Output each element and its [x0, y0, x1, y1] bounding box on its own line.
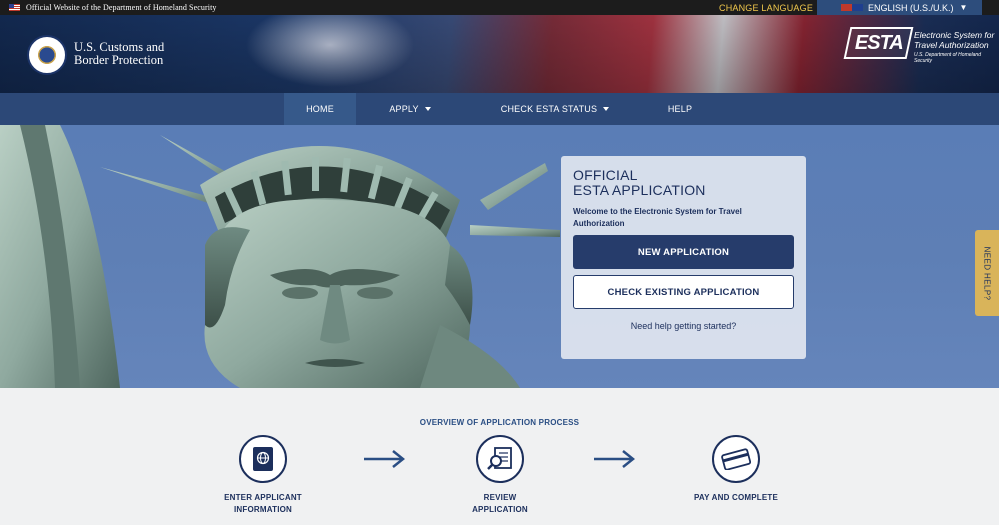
chevron-down-icon — [424, 107, 431, 111]
agency-name-line2: Border Protection — [74, 53, 164, 67]
step-pay-and-complete: PAY AND COMPLETE — [666, 492, 806, 504]
overview-title: OVERVIEW OF APPLICATION PROCESS — [419, 418, 580, 427]
application-panel: OFFICIAL ESTA APPLICATION Welcome to the… — [561, 156, 806, 359]
panel-title-line1: OFFICIAL — [573, 167, 638, 183]
statue-of-liberty-image — [0, 125, 560, 388]
nav-check-status[interactable]: CHECK ESTA STATUS — [495, 93, 615, 125]
dhs-seal-icon[interactable] — [27, 35, 67, 75]
step-enter-applicant-info: ENTER APPLICANT INFORMATION — [193, 492, 333, 516]
check-existing-application-button[interactable]: CHECK EXISTING APPLICATION — [573, 275, 794, 309]
step-review-application: REVIEW APPLICATION — [430, 492, 570, 516]
us-uk-flag-icon — [841, 4, 863, 11]
nav-help[interactable]: HELP — [655, 93, 705, 125]
step-label-line1: ENTER APPLICANT — [224, 493, 302, 502]
chevron-down-icon — [603, 107, 610, 111]
nav-home-label: HOME — [306, 104, 334, 114]
step-label-line1: REVIEW — [483, 493, 517, 502]
step-label-line2: APPLICATION — [472, 505, 528, 514]
us-flag-icon — [9, 4, 20, 11]
nav-help-label: HELP — [667, 104, 693, 114]
panel-title: OFFICIAL ESTA APPLICATION — [573, 168, 706, 198]
nav-check-status-label: CHECK ESTA STATUS — [500, 104, 598, 114]
need-help-label: NEED HELP? — [982, 246, 992, 300]
esta-logo-text: ESTA — [854, 31, 903, 54]
change-language-link[interactable]: CHANGE LANGUAGE ▸ — [719, 0, 825, 15]
panel-title-line2: ESTA APPLICATION — [573, 182, 706, 198]
step-label-line1: PAY AND COMPLETE — [693, 493, 779, 502]
step-label-line2: INFORMATION — [233, 505, 293, 514]
new-application-button[interactable]: NEW APPLICATION — [573, 235, 794, 269]
nav-apply-label: APPLY — [389, 104, 419, 114]
language-label: ENGLISH (U.S./U.K.) — [868, 2, 954, 13]
passport-icon — [239, 435, 287, 483]
nav-apply[interactable]: APPLY — [370, 93, 450, 125]
official-website-text: Official Website of the Department of Ho… — [26, 3, 217, 12]
help-getting-started-link[interactable]: Need help getting started? — [561, 321, 806, 331]
arrow-right-icon — [594, 450, 636, 468]
welcome-text: Welcome to the Electronic System for Tra… — [573, 207, 742, 228]
government-banner: Official Website of the Department of Ho… — [0, 0, 999, 15]
esta-logo[interactable]: ESTA Electronic System for Travel Author… — [843, 27, 999, 64]
change-language-label: CHANGE LANGUAGE — [719, 2, 814, 13]
need-help-tab[interactable]: NEED HELP? — [975, 230, 999, 316]
esta-sub: U.S. Department of Homeland Security — [914, 52, 981, 64]
agency-name[interactable]: U.S. Customs and Border Protection — [74, 41, 164, 67]
chevron-down-icon: ▼ — [959, 3, 968, 12]
credit-card-icon — [712, 435, 760, 483]
main-nav: HOME APPLY CHECK ESTA STATUS HELP — [0, 93, 999, 125]
hero-banner: OFFICIAL ESTA APPLICATION Welcome to the… — [0, 125, 999, 388]
review-document-icon — [476, 435, 524, 483]
esta-line2: Travel Authorization — [914, 39, 989, 50]
nav-home[interactable]: HOME — [284, 93, 356, 125]
arrow-right-icon — [364, 450, 406, 468]
site-header: U.S. Customs and Border Protection ESTA … — [0, 15, 999, 93]
language-selector[interactable]: ENGLISH (U.S./U.K.) ▼ — [817, 0, 982, 15]
